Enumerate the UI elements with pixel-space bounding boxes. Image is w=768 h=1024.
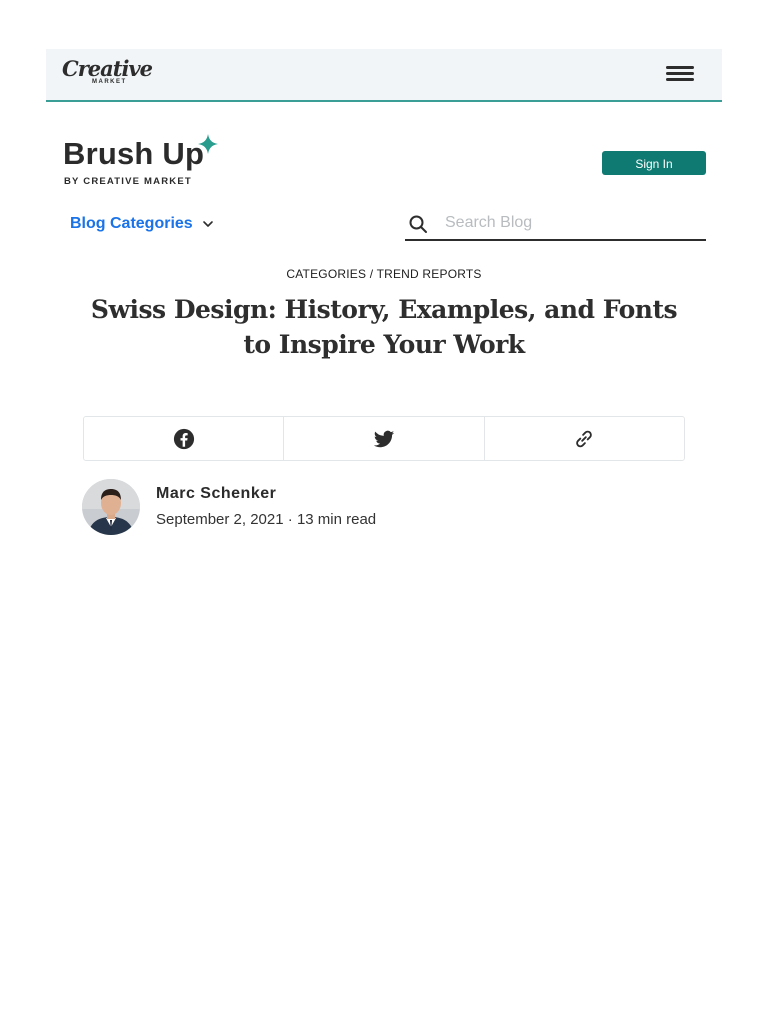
author-avatar[interactable] <box>82 479 140 535</box>
article-title: Swiss Design: History, Examples, and Fon… <box>90 295 678 359</box>
author-meta: Marc Schenker September 2, 2021 · 13 min… <box>156 479 376 535</box>
breadcrumb-trend-reports-link[interactable]: TREND REPORTS <box>377 267 482 281</box>
logo-wordmark: Creative <box>62 56 153 81</box>
brush-up-logo[interactable]: Brush Up BY CREATIVE MARKET <box>63 134 223 194</box>
brand-title: Brush Up <box>63 136 205 171</box>
sparkle-icon <box>198 134 218 154</box>
search-bar <box>405 208 706 241</box>
blog-categories-label: Blog Categories <box>70 215 193 232</box>
breadcrumb-separator: / <box>366 267 377 281</box>
facebook-icon <box>173 428 194 449</box>
share-twitter-button[interactable] <box>284 417 485 460</box>
twitter-icon <box>373 430 395 447</box>
author-byline: Marc Schenker September 2, 2021 · 13 min… <box>82 479 376 535</box>
share-facebook-button[interactable] <box>84 417 285 460</box>
site-header: Creative MARKET <box>46 49 722 102</box>
copy-link-button[interactable] <box>485 417 684 460</box>
blog-categories-dropdown[interactable]: Blog Categories <box>70 212 214 236</box>
hamburger-menu-icon[interactable] <box>666 66 694 84</box>
chevron-down-icon <box>202 221 213 227</box>
creative-market-logo[interactable]: Creative MARKET <box>62 57 153 87</box>
breadcrumb-categories-link[interactable]: CATEGORIES <box>286 267 366 281</box>
publish-info: September 2, 2021 · 13 min read <box>156 511 376 529</box>
search-icon[interactable] <box>408 214 428 234</box>
search-input[interactable] <box>443 211 698 235</box>
meta-separator: · <box>283 511 297 528</box>
sign-in-button[interactable]: Sign In <box>602 151 706 175</box>
logo-submark: MARKET <box>92 79 127 85</box>
share-bar <box>83 416 685 461</box>
publish-date: September 2, 2021 <box>156 511 284 528</box>
read-time: 13 min read <box>296 511 377 528</box>
author-name[interactable]: Marc Schenker <box>156 484 376 504</box>
brand-subtitle: BY CREATIVE MARKET <box>64 176 192 187</box>
breadcrumb: CATEGORIES / TREND REPORTS <box>0 267 768 281</box>
link-icon <box>576 430 593 447</box>
